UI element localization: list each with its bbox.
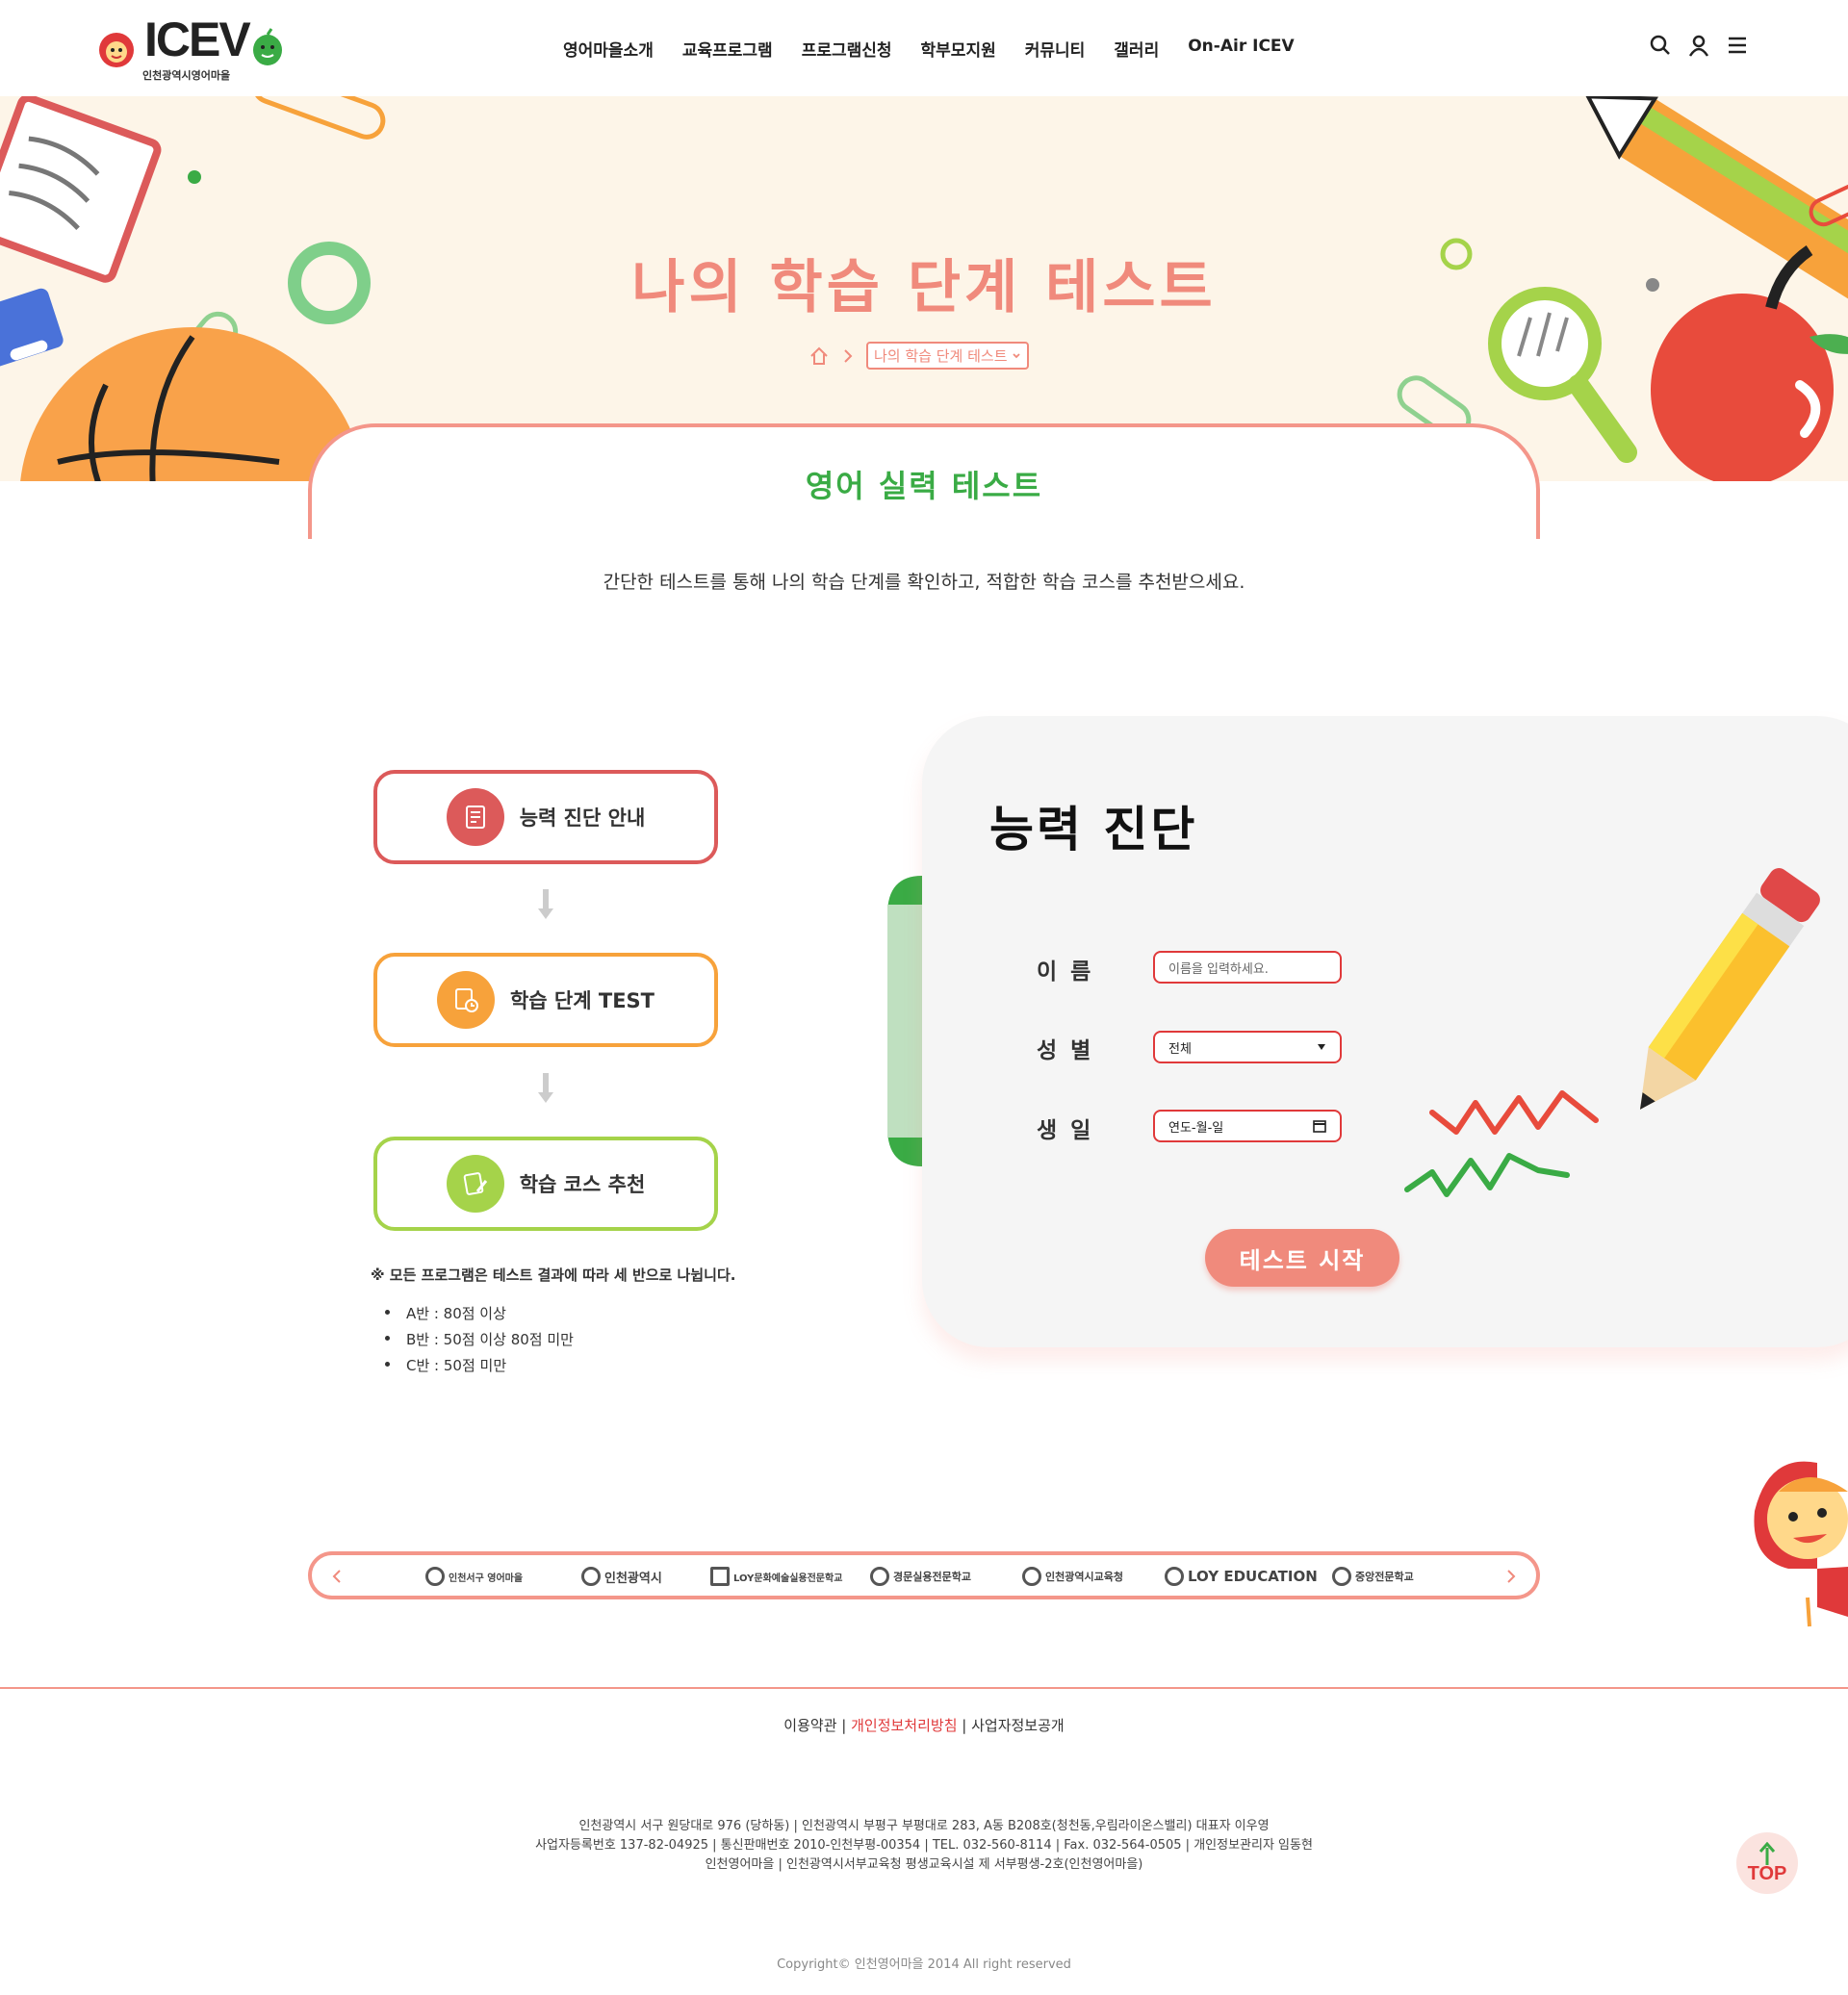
footer-address: 인천광역시 서구 원당대로 976 (당하동) | 인천광역시 부평구 부평대로… [578, 1819, 1270, 1833]
step-recommend-label: 학습 코스 추천 [519, 1173, 646, 1196]
partner-logo[interactable]: 인천서구 영어마을 [425, 1567, 523, 1586]
scroll-top-button[interactable]: TOP [1736, 1832, 1798, 1894]
pencil-illustration [1639, 868, 1820, 1110]
step-test-label: 학습 단계 TEST [509, 989, 655, 1012]
arrow-down-icon [538, 889, 553, 919]
document-pencil-icon [446, 1155, 504, 1213]
nav-item-about[interactable]: 영어마을소개 [563, 37, 654, 61]
mascot-red-icon [99, 33, 134, 67]
partner-logo-icon [1022, 1567, 1041, 1586]
step-recommend: 학습 코스 추천 [373, 1137, 718, 1231]
partner-logo-icon [710, 1567, 730, 1586]
site-logo[interactable]: ICEV 인천광역시영어마을 [96, 13, 289, 83]
gender-label: 성별 [1037, 1038, 1105, 1063]
calendar-icon[interactable] [1313, 1119, 1326, 1133]
copyright: Copyright© 인천영어마을 2014 All right reserve… [777, 1957, 1071, 1972]
arrow-down-icon [538, 1073, 553, 1103]
home-icon[interactable] [808, 345, 830, 367]
footer-divider [0, 1687, 1848, 1689]
class-list: A반 : 80점 이상 B반 : 50점 이상 80점 미만 C반 : 50점 … [385, 1303, 574, 1381]
mascot-character-illustration [1754, 1461, 1848, 1627]
chevron-right-icon[interactable] [1503, 1569, 1519, 1584]
nav-item-parents[interactable]: 학부모지원 [921, 37, 996, 61]
business-info-link[interactable]: 사업자정보공개 [971, 1717, 1065, 1734]
nav-item-community[interactable]: 커뮤니티 [1025, 37, 1086, 61]
step-guide: 능력 진단 안내 [373, 770, 718, 864]
birth-date-input[interactable]: 연도-월-일 [1153, 1110, 1342, 1142]
birth-value: 연도-월-일 [1168, 1120, 1224, 1136]
partner-logo[interactable]: LOY문화예술실용전문학교 [710, 1567, 842, 1586]
breadcrumb: 나의 학습 단계 테스트 [808, 342, 1029, 370]
footer-info: 인천광역시 서구 원당대로 976 (당하동) | 인천광역시 부평구 부평대로… [0, 1817, 1848, 1875]
privacy-link[interactable]: 개인정보처리방침 [851, 1717, 957, 1734]
page-title: 나의 학습 단계 테스트 [631, 254, 1217, 321]
footer-registration: 사업자등록번호 137-82-04925 | 통신판매번호 2010-인천부평-… [535, 1838, 1313, 1853]
search-icon[interactable] [1648, 33, 1673, 58]
section-title: 영어 실력 테스트 [805, 468, 1043, 504]
header-icons [1648, 33, 1750, 58]
terms-link[interactable]: 이용약관 [783, 1717, 836, 1734]
step-guide-label: 능력 진단 안내 [519, 806, 646, 830]
logo-subtitle: 인천광역시영어마을 [142, 69, 231, 82]
site-header: ICEV 인천광역시영어마을 영어마을소개 교육프로그램 프로그램신청 학부모지… [0, 0, 1848, 96]
test-clock-icon [436, 971, 495, 1029]
partner-logo-icon [1165, 1567, 1184, 1586]
main-nav: 영어마을소개 교육프로그램 프로그램신청 학부모지원 커뮤니티 갤러리 On-A… [563, 37, 1323, 61]
partner-carousel: 인천서구 영어마을 인천광역시 LOY문화예술실용전문학교 경문실용전문학교 인… [308, 1551, 1540, 1599]
mascot-green-icon [253, 28, 282, 65]
nav-item-programs[interactable]: 교육프로그램 [682, 37, 773, 61]
chevron-down-icon [1012, 352, 1020, 358]
checklist-icon [446, 788, 504, 846]
class-item-a: A반 : 80점 이상 [385, 1303, 574, 1323]
nav-item-onair[interactable]: On-Air ICEV [1188, 37, 1294, 61]
name-label: 이름 [1037, 959, 1105, 985]
top-label: TOP [1747, 1862, 1787, 1884]
partner-logo[interactable]: 인천광역시교육청 [1022, 1567, 1123, 1586]
menu-icon[interactable] [1725, 33, 1750, 58]
breadcrumb-select[interactable]: 나의 학습 단계 테스트 [866, 342, 1029, 370]
dropdown-arrow-icon [1318, 1044, 1325, 1050]
step-test: 학습 단계 TEST [373, 953, 718, 1047]
footer-facility: 인천영어마을 | 인천광역시서부교육청 평생교육시설 제 서부평생-2호(인천영… [705, 1857, 1143, 1872]
breadcrumb-current: 나의 학습 단계 테스트 [874, 347, 1008, 365]
class-item-c: C반 : 50점 미만 [385, 1355, 574, 1375]
name-input[interactable]: 이름을 입력하세요. [1153, 951, 1342, 984]
test-start-button[interactable]: 테스트 시작 [1205, 1229, 1399, 1287]
partner-logo[interactable]: 중앙전문학교 [1332, 1567, 1414, 1586]
gender-select[interactable]: 전체 [1153, 1031, 1342, 1063]
birth-label: 생일 [1037, 1118, 1105, 1143]
partner-logo[interactable]: LOY EDUCATION [1165, 1567, 1318, 1586]
class-note: ※ 모든 프로그램은 테스트 결과에 따라 세 반으로 나뉩니다. [371, 1266, 736, 1284]
partner-logo-icon [870, 1567, 889, 1586]
partner-logo-icon [581, 1567, 601, 1586]
gender-value: 전체 [1168, 1041, 1192, 1057]
partner-logo-icon [425, 1567, 445, 1586]
chevron-left-icon[interactable] [329, 1569, 345, 1584]
nav-item-gallery[interactable]: 갤러리 [1114, 37, 1159, 61]
test-panel-title: 능력 진단 [989, 802, 1198, 857]
partner-logo-icon [1332, 1567, 1351, 1586]
partner-logo[interactable]: 경문실용전문학교 [870, 1567, 971, 1586]
footer-links: 이용약관 | 개인정보처리방침 | 사업자정보공개 [783, 1717, 1065, 1734]
chevron-right-icon [844, 348, 853, 363]
logo-text: ICEV [144, 13, 251, 66]
squiggle-decoration [1404, 1090, 1599, 1197]
partner-logo[interactable]: 인천광역시 [581, 1567, 662, 1586]
user-icon[interactable] [1686, 33, 1711, 58]
nav-item-apply[interactable]: 프로그램신청 [802, 37, 892, 61]
class-item-b: B반 : 50점 이상 80점 미만 [385, 1329, 574, 1349]
section-intro: 간단한 테스트를 통해 나의 학습 단계를 확인하고, 적합한 학습 코스를 추… [603, 572, 1245, 593]
